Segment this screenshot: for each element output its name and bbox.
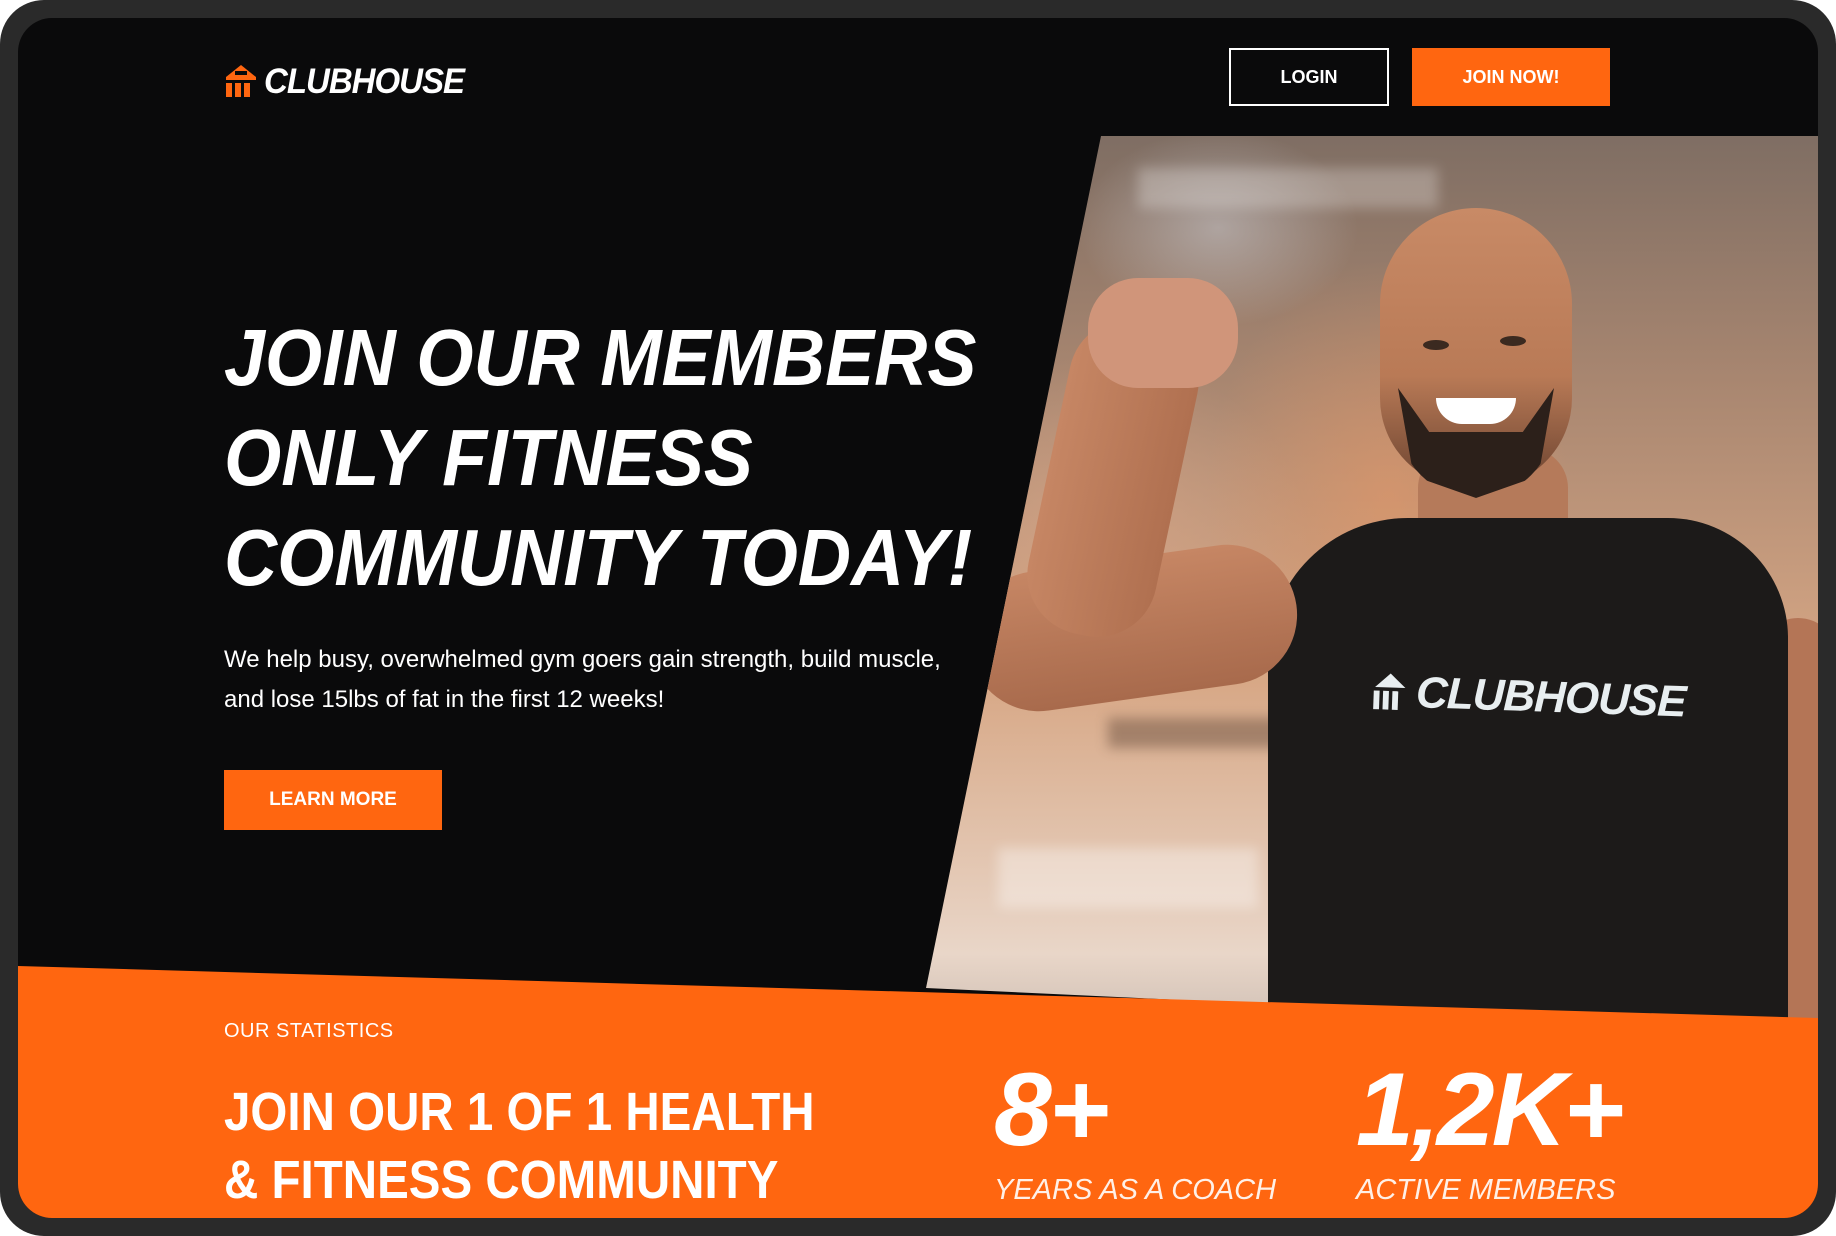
stats-title: JOIN OUR 1 OF 1 HEALTH & FITNESS COMMUNI… [224, 1078, 815, 1214]
join-now-button[interactable]: JOIN NOW! [1412, 48, 1610, 106]
site-logo[interactable]: CLUBHOUSE [224, 60, 465, 101]
clubhouse-logo-icon [1373, 673, 1406, 710]
person-shirt [1268, 518, 1788, 1030]
shirt-logo-text: CLUBHOUSE [1415, 668, 1687, 727]
stat-members: 1,2K+ ACTIVE MEMBERS [1356, 1052, 1624, 1207]
stats-label: OUR STATISTICS [224, 1020, 394, 1042]
hero-title-line: ONLY FITNESS [224, 413, 753, 502]
stat-years: 8+ YEARS AS A COACH [994, 1058, 1276, 1207]
person-eye [1423, 340, 1449, 350]
person-eye [1500, 336, 1526, 346]
hero-subtitle: We help busy, overwhelmed gym goers gain… [224, 646, 941, 713]
clubhouse-logo-icon [226, 65, 256, 97]
login-button[interactable]: LOGIN [1229, 48, 1389, 106]
landing-page: CLUBHOUSE CLUBHOUSE LOGIN JOIN NOW! JOIN… [18, 18, 1818, 1218]
hero-title-line: JOIN OUR MEMBERS [224, 313, 977, 402]
hero-title-line: COMMUNITY TODAY! [224, 513, 973, 602]
learn-more-button[interactable]: LEARN MORE [224, 770, 442, 830]
logo-text: CLUBHOUSE [264, 60, 465, 101]
stat-value: 8+ [994, 1052, 1110, 1168]
stat-label: ACTIVE MEMBERS [1356, 1174, 1616, 1206]
person-fist [1088, 278, 1238, 388]
device-frame: CLUBHOUSE CLUBHOUSE LOGIN JOIN NOW! JOIN… [0, 0, 1836, 1236]
stats-title-line: & FITNESS COMMUNITY [224, 1150, 779, 1210]
stats-title-line: JOIN OUR 1 OF 1 HEALTH [224, 1082, 815, 1142]
hero-title: JOIN OUR MEMBERS ONLY FITNESS COMMUNITY … [224, 308, 978, 608]
stat-value: 1,2K+ [1356, 1052, 1624, 1168]
stat-label: YEARS AS A COACH [994, 1174, 1277, 1206]
